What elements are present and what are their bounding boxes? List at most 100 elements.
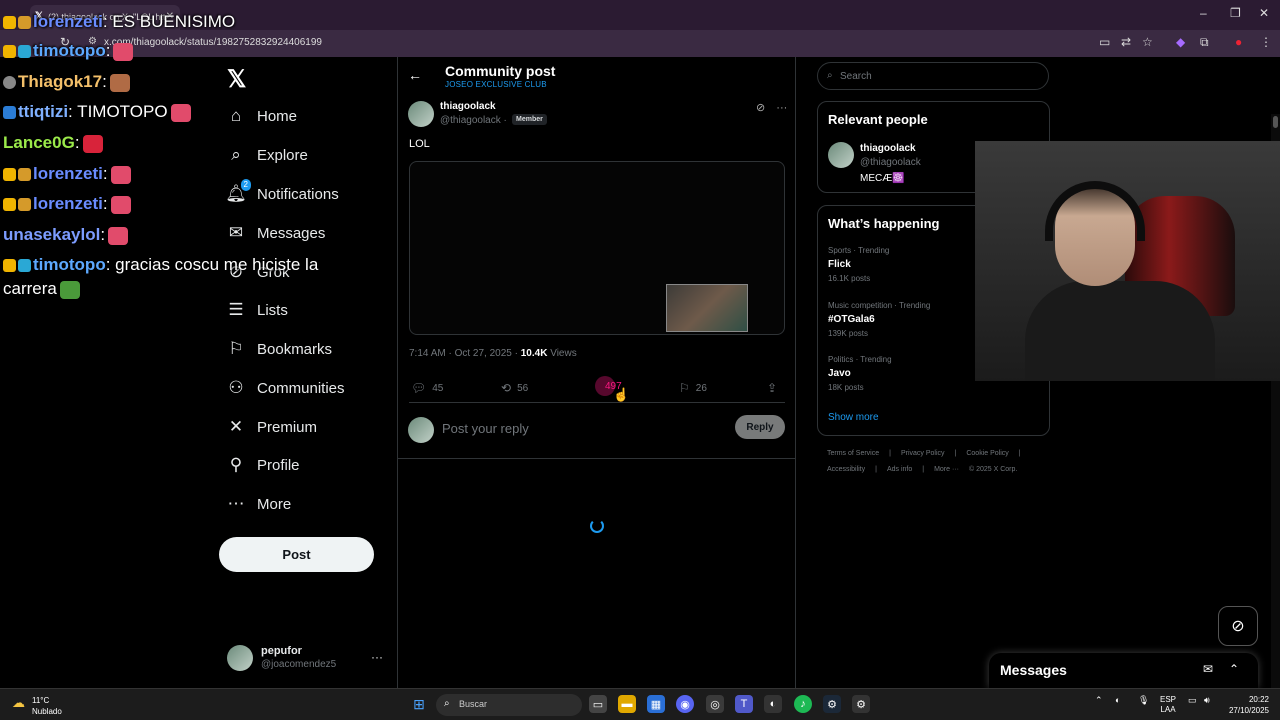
search-input[interactable] <box>840 64 1040 88</box>
nav-bookmarks[interactable]: ⚐ Bookmarks <box>225 332 332 366</box>
author-avatar[interactable] <box>408 101 434 132</box>
extensions-puzzle-icon[interactable]: ⧉ <box>1200 35 1209 50</box>
nav-more[interactable]: ⋯ More <box>225 487 292 521</box>
nav-communities[interactable]: ⚇ Communities <box>225 371 344 405</box>
ads-info-link[interactable]: Ads info <box>887 466 912 473</box>
extension-icon[interactable]: ◆ <box>1176 35 1185 49</box>
expand-chevrons-icon[interactable]: ⌃ <box>1229 662 1239 676</box>
grok-icon[interactable]: ⊘ <box>756 102 765 114</box>
repost-action[interactable]: ⟲ 56 <box>501 381 528 395</box>
accessibility-link[interactable]: Accessibility <box>827 466 865 473</box>
person-name[interactable]: thiagoolack <box>860 143 916 154</box>
reply-composer: Post your reply Reply <box>408 415 786 445</box>
privacy-link[interactable]: Privacy Policy <box>901 450 945 457</box>
bell-icon: 🔔︎ 2 <box>225 179 251 205</box>
address-bar[interactable]: ↻ ⚙ x.com/thiagoolack/status/19827528329… <box>0 30 1280 57</box>
post-button[interactable]: Post <box>219 537 374 572</box>
x-logo-icon[interactable]: 𝕏 <box>227 65 246 94</box>
more-dots-icon[interactable]: ··· <box>371 650 383 664</box>
main-column: ← Community post JOSEO EXCLUSIVE CLUB th… <box>397 57 796 688</box>
browser-tab[interactable]: 𝕏 (2) thiagoolack on X: "LOL htt ✕ <box>30 5 180 30</box>
url-text[interactable]: x.com/thiagoolack/status/198275283292440… <box>104 37 322 48</box>
nav-grok[interactable]: ⊘ Grok <box>225 255 290 289</box>
post-actions: 💬︎ 45 ⟲ 56 497 ☝ ⚐ 26 ⇪ <box>409 376 785 402</box>
grok-button[interactable]: ⊘ <box>1218 606 1258 646</box>
reply-action[interactable]: 💬︎ 45 <box>411 381 443 395</box>
nav-explore[interactable]: ⌕ Explore <box>225 138 308 172</box>
more-dots-icon[interactable]: ··· <box>776 102 787 114</box>
reply-count: 45 <box>432 382 444 394</box>
mouse-cursor-icon: ☝ <box>613 387 630 402</box>
more-link[interactable]: More ··· <box>934 466 959 473</box>
maximize-icon[interactable]: ❐ <box>1230 6 1241 20</box>
notification-badge: 2 <box>240 179 251 191</box>
minimize-icon[interactable]: – <box>1200 6 1207 20</box>
account-switcher[interactable]: pepufor @joacomendez5 ··· <box>227 642 387 678</box>
tray-app-icon[interactable]: ◐ <box>1115 695 1120 705</box>
trend-count: 139K posts <box>828 329 869 338</box>
messages-drawer[interactable]: Messages ✉ ⌃ <box>989 653 1258 688</box>
store-icon[interactable]: ▦ <box>647 695 665 713</box>
author-handle[interactable]: @thiagoolack · <box>440 115 507 126</box>
reply-icon: 💬︎ <box>411 381 427 395</box>
reply-button[interactable]: Reply <box>735 415 785 439</box>
nav-notifications[interactable]: 🔔︎ 2 Notifications <box>225 177 339 211</box>
post-timestamp[interactable]: 7:14 AM · Oct 27, 2025 · <box>409 348 518 359</box>
input-language[interactable]: ESP LAA <box>1160 695 1176 715</box>
menu-kebab-icon[interactable]: ⋮ <box>1260 35 1272 49</box>
reply-input[interactable]: Post your reply <box>442 421 529 436</box>
cookie-link[interactable]: Cookie Policy <box>966 450 1008 457</box>
post-text: LOL <box>409 138 430 150</box>
settings-icon[interactable]: ⚙ <box>852 695 870 713</box>
share-action[interactable]: ⇪ <box>767 381 783 395</box>
chrome-icon[interactable]: ◎ <box>706 695 724 713</box>
task-view-icon[interactable]: ▭ <box>589 695 607 713</box>
author-name[interactable]: thiagoolack <box>440 101 496 112</box>
new-message-icon[interactable]: ✉ <box>1203 662 1213 676</box>
windows-taskbar: ☁ 11°C Nublado ⊞ ⌕ Buscar ▭ ▬ ▦ ◉ ◎ T ◐ … <box>0 688 1280 720</box>
person-handle[interactable]: @thiagoolack <box>860 157 921 168</box>
community-name-link[interactable]: JOSEO EXCLUSIVE CLUB <box>445 80 547 89</box>
close-window-icon[interactable]: ✕ <box>1259 6 1269 20</box>
close-tab-icon[interactable]: ✕ <box>166 11 174 22</box>
nav-messages[interactable]: ✉ Messages <box>225 216 326 250</box>
post-media-video[interactable] <box>409 161 785 335</box>
star-icon[interactable]: ☆ <box>1142 35 1153 49</box>
share-icon: ⇪ <box>767 381 778 395</box>
volume-icon[interactable]: 🔊︎ <box>1204 695 1210 706</box>
nav-home[interactable]: ⌂ Home <box>225 99 297 133</box>
terms-link[interactable]: Terms of Service <box>827 450 879 457</box>
network-icon[interactable]: ▭ <box>1188 695 1197 706</box>
site-info-icon[interactable]: ⚙ <box>88 36 97 47</box>
windows-start-icon[interactable]: ⊞ <box>410 695 428 713</box>
search-box[interactable]: ⌕ <box>817 62 1049 90</box>
microphone-icon[interactable]: 🎙︎ <box>1138 695 1149 706</box>
discord-icon[interactable]: ◉ <box>676 695 694 713</box>
file-explorer-icon[interactable]: ▬ <box>618 695 636 713</box>
person-bio: MECÆ☸️ <box>860 173 905 184</box>
show-more-link[interactable]: Show more <box>828 412 879 423</box>
profile-avatar-icon[interactable]: ● <box>1235 35 1242 49</box>
home-icon: ⌂ <box>230 106 242 125</box>
teams-icon[interactable]: T <box>735 695 753 713</box>
translate-icon[interactable]: ⇄ <box>1121 35 1131 49</box>
account-name: pepufor <box>261 645 302 657</box>
clock[interactable]: 20:22 27/10/2025 <box>1225 694 1269 716</box>
reload-icon[interactable]: ↻ <box>60 35 70 49</box>
app-icon[interactable]: ◐ <box>764 695 782 713</box>
steam-icon[interactable]: ⚙ <box>823 695 841 713</box>
trend-item[interactable]: Music competition · Trending #OTGala6 13… <box>828 301 930 338</box>
trend-item[interactable]: Sports · Trending Flick 16.1K posts <box>828 246 889 283</box>
nav-premium[interactable]: ✕ Premium <box>225 410 317 444</box>
taskbar-search[interactable]: ⌕ Buscar <box>436 694 582 716</box>
search-icon: ⌕ <box>827 70 833 81</box>
cast-icon[interactable]: ▭ <box>1099 35 1110 49</box>
tray-chevron-icon[interactable]: ⌃ <box>1095 695 1103 706</box>
trend-item[interactable]: Politics · Trending Javo 18K posts <box>828 355 892 392</box>
avatar[interactable] <box>828 142 854 173</box>
nav-profile[interactable]: ⚲ Profile <box>225 448 300 482</box>
bookmark-action[interactable]: ⚐ 26 <box>679 381 707 395</box>
spotify-icon[interactable]: ♪ <box>794 695 812 713</box>
back-arrow-icon[interactable]: ← <box>408 67 422 83</box>
nav-lists[interactable]: ☰ Lists <box>225 293 287 327</box>
